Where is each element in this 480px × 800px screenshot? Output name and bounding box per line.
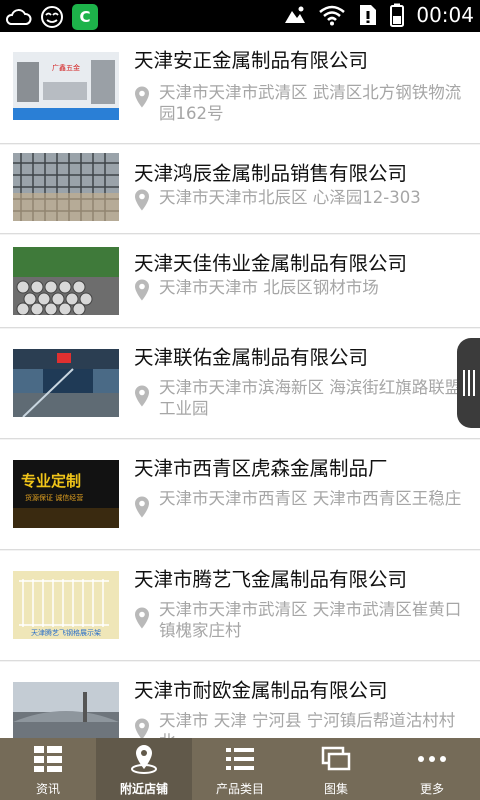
store-thumbnail bbox=[13, 247, 119, 315]
store-thumbnail: 天津腾艺飞钢格展示架 bbox=[13, 571, 119, 639]
tab-label: 更多 bbox=[419, 782, 444, 796]
store-list[interactable]: 广鑫五金 天津安正金属制品有限公司 天津市天津市武清区 武清区北方钢铁物流园16… bbox=[0, 32, 480, 738]
tab-product-categories[interactable]: 产品类目 bbox=[192, 738, 288, 800]
store-name: 天津市腾艺飞金属制品有限公司 bbox=[134, 568, 408, 591]
emoji-icon bbox=[41, 6, 63, 28]
store-name: 天津市西青区虎森金属制品厂 bbox=[134, 457, 388, 480]
list-item[interactable]: 天津腾艺飞钢格展示架 天津市腾艺飞金属制品有限公司 天津市天津市武清区 天津市武… bbox=[0, 551, 480, 661]
location-pin-icon bbox=[135, 496, 149, 518]
clock: 00:04 bbox=[416, 3, 474, 27]
app-notification-icon: C bbox=[72, 4, 98, 30]
list-item[interactable]: 广鑫五金 天津安正金属制品有限公司 天津市天津市武清区 武清区北方钢铁物流园16… bbox=[0, 32, 480, 144]
image-icon bbox=[285, 6, 306, 23]
location-pin-icon bbox=[131, 745, 157, 774]
location-pin-icon bbox=[135, 607, 149, 629]
tab-news[interactable]: 资讯 bbox=[0, 738, 96, 800]
location-pin-icon bbox=[135, 189, 149, 211]
location-pin-icon bbox=[135, 86, 149, 108]
store-address: 天津市天津市 北辰区钢材市场 bbox=[159, 278, 379, 297]
store-thumbnail bbox=[13, 153, 119, 221]
gallery-icon bbox=[321, 746, 351, 771]
cloud-icon bbox=[5, 9, 32, 25]
store-address: 天津市 天津 宁河县 宁河镇后帮道沽村村北 bbox=[159, 711, 456, 738]
list-item[interactable]: 天津联佑金属制品有限公司 天津市天津市滨海新区 海滨街红旗路联盟工业园 bbox=[0, 329, 480, 439]
thumb-caption: 货源保证 诚信经营 bbox=[25, 493, 83, 502]
side-drawer-handle[interactable] bbox=[457, 338, 480, 428]
store-address: 天津市天津市滨海新区 海滨街红旗路联盟工业园 bbox=[159, 378, 462, 418]
store-thumbnail bbox=[13, 682, 119, 738]
list-item[interactable]: 天津鸿辰金属制品销售有限公司 天津市天津市北辰区 心泽园12-303 bbox=[0, 145, 480, 234]
location-pin-icon bbox=[135, 385, 149, 407]
tab-more[interactable]: 更多 bbox=[384, 738, 480, 800]
bottom-tab-bar: 资讯 附近店铺 产品类目 图集 更多 bbox=[0, 738, 480, 800]
thumb-caption: 天津腾艺飞钢格展示架 bbox=[31, 628, 101, 637]
list-icon bbox=[226, 748, 254, 770]
sim-alert-icon bbox=[360, 5, 377, 25]
store-address: 天津市天津市北辰区 心泽园12-303 bbox=[159, 188, 421, 207]
store-address: 天津市天津市武清区 武清区北方钢铁物流园162号 bbox=[159, 83, 462, 123]
store-name: 天津安正金属制品有限公司 bbox=[134, 49, 369, 72]
location-pin-icon bbox=[135, 718, 149, 738]
store-name: 天津鸿辰金属制品销售有限公司 bbox=[134, 162, 408, 185]
list-item[interactable]: 天津天佳伟业金属制品有限公司 天津市天津市 北辰区钢材市场 bbox=[0, 235, 480, 328]
tab-label: 附近店铺 bbox=[119, 782, 168, 796]
store-name: 天津天佳伟业金属制品有限公司 bbox=[134, 252, 408, 275]
thumb-caption: 专业定制 bbox=[21, 472, 81, 490]
list-item[interactable]: 天津市耐欧金属制品有限公司 天津市 天津 宁河县 宁河镇后帮道沽村村北 bbox=[0, 662, 480, 738]
tab-label: 资讯 bbox=[35, 782, 60, 796]
tab-nearby-stores[interactable]: 附近店铺 bbox=[96, 738, 192, 800]
store-thumbnail: 广鑫五金 bbox=[13, 52, 119, 120]
store-address: 天津市天津市武清区 天津市武清区崔黄口镇槐家庄村 bbox=[159, 600, 462, 640]
location-pin-icon bbox=[135, 279, 149, 301]
thumb-caption: 广鑫五金 bbox=[52, 63, 80, 72]
grid-icon bbox=[34, 746, 62, 772]
tab-label: 图集 bbox=[323, 782, 348, 796]
tab-gallery[interactable]: 图集 bbox=[288, 738, 384, 800]
tab-label: 产品类目 bbox=[215, 782, 264, 796]
store-thumbnail bbox=[13, 349, 119, 417]
battery-icon bbox=[390, 3, 405, 27]
store-address: 天津市天津市西青区 天津市西青区王稳庄 bbox=[159, 489, 462, 508]
wifi-icon bbox=[319, 5, 346, 26]
more-dots-icon bbox=[418, 756, 446, 762]
store-name: 天津联佑金属制品有限公司 bbox=[134, 346, 369, 369]
store-thumbnail: 专业定制 货源保证 诚信经营 bbox=[13, 460, 119, 528]
list-item[interactable]: 专业定制 货源保证 诚信经营 天津市西青区虎森金属制品厂 天津市天津市西青区 天… bbox=[0, 440, 480, 550]
status-bar: C 00:04 bbox=[0, 0, 480, 32]
store-name: 天津市耐欧金属制品有限公司 bbox=[134, 679, 388, 702]
